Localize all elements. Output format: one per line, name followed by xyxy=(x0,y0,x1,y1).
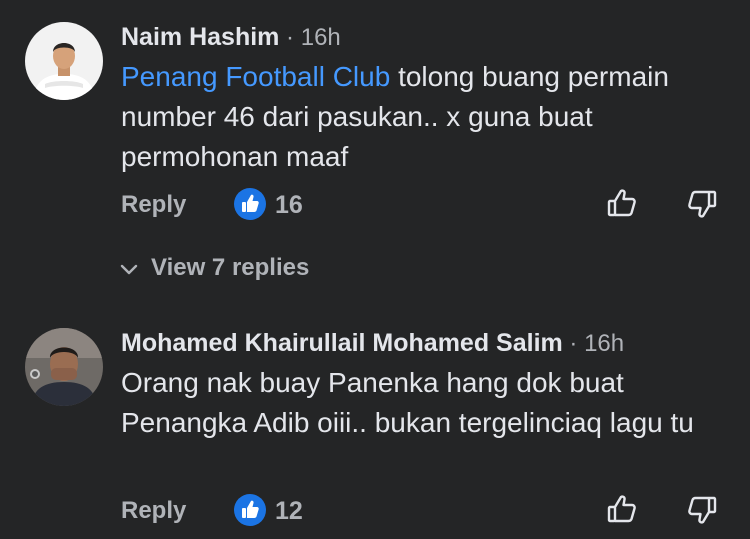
thumbs-up-icon[interactable] xyxy=(606,187,638,219)
view-replies-label: View 7 replies xyxy=(151,254,310,281)
reply-button[interactable]: Reply xyxy=(121,191,186,219)
chevron-down-icon xyxy=(120,264,138,274)
timestamp[interactable]: 16h xyxy=(584,330,624,357)
mention-link[interactable]: Penang Football Club xyxy=(121,61,390,92)
comment-body: Orang nak buay Panenka hang dok buat Pen… xyxy=(121,367,694,438)
avatar[interactable] xyxy=(25,22,103,100)
like-count[interactable]: 12 xyxy=(275,497,303,526)
thumbs-down-icon[interactable] xyxy=(686,494,718,526)
comment-header: Naim Hashim · 16h xyxy=(121,23,341,52)
reply-button[interactable]: Reply xyxy=(121,497,186,525)
like-icon xyxy=(234,494,266,526)
thumbs-down-icon[interactable] xyxy=(686,188,718,220)
view-replies-button[interactable]: View 7 replies xyxy=(119,254,309,282)
timestamp[interactable]: 16h xyxy=(301,24,341,51)
comment-text: Orang nak buay Panenka hang dok buat Pen… xyxy=(121,363,731,443)
comment-header: Mohamed Khairullail Mohamed Salim · 16h xyxy=(121,329,624,358)
avatar[interactable] xyxy=(25,328,103,406)
like-icon xyxy=(234,188,266,220)
comment-text: Penang Football Club tolong buang permai… xyxy=(121,57,731,177)
separator: · xyxy=(562,330,585,357)
author-name[interactable]: Mohamed Khairullail Mohamed Salim xyxy=(121,329,563,357)
author-name[interactable]: Naim Hashim xyxy=(121,23,279,51)
thumbs-up-icon[interactable] xyxy=(606,493,638,525)
like-count[interactable]: 16 xyxy=(275,191,303,220)
separator: · xyxy=(279,24,301,51)
